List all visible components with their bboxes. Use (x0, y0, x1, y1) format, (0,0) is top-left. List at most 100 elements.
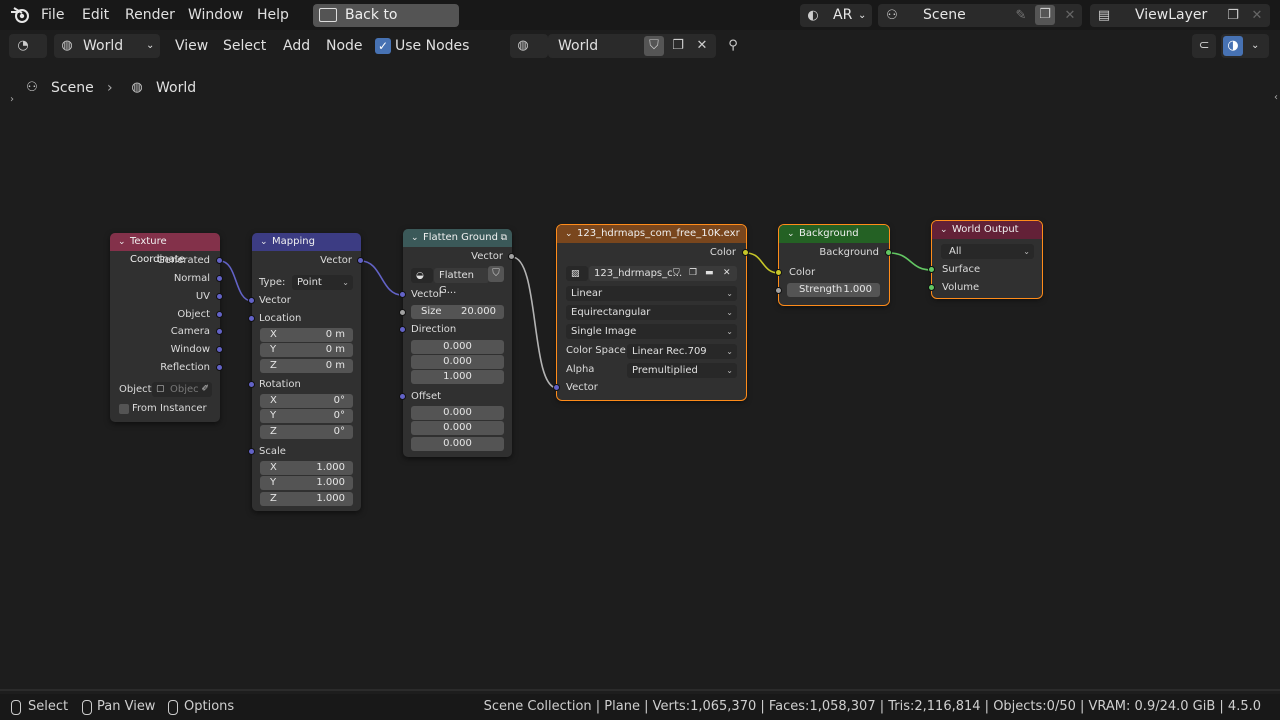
chevron-down-icon: ⌄ (726, 308, 733, 317)
type-dropdown[interactable]: Point ⌄ (292, 275, 353, 290)
field-value: 0 m (325, 329, 345, 340)
socket-size-in[interactable] (399, 309, 406, 316)
direction-z-field[interactable]: 1.000 (411, 370, 504, 384)
socket-flatten-vector-in[interactable] (399, 291, 406, 298)
scale-y-field[interactable]: Y 1.000 (260, 476, 353, 490)
strength-value: 1.000 (843, 284, 872, 295)
collapse-chevron-icon[interactable]: ⌄ (940, 221, 948, 239)
socket-object[interactable] (216, 311, 223, 318)
object-field[interactable]: ▢ Objec ✐ (152, 382, 212, 397)
socket-image-vector-in[interactable] (553, 384, 560, 391)
socket-direction-in[interactable] (399, 326, 406, 333)
socket-flatten-out[interactable] (508, 253, 515, 260)
field-value: 1.000 (316, 493, 345, 504)
duplicate-icon[interactable]: ❐ (689, 266, 697, 281)
axis-label: Z (270, 426, 277, 437)
location-z-field[interactable]: Z 0 m (260, 359, 353, 373)
from-instancer-checkbox[interactable] (119, 404, 129, 414)
background-node[interactable]: ⌄ Background Background Color Strength 1.… (778, 224, 890, 306)
source-dropdown[interactable]: Single Image ⌄ (566, 324, 737, 339)
offset-y-field[interactable]: 0.000 (411, 421, 504, 435)
socket-surface-in[interactable] (928, 266, 935, 273)
collapse-chevron-icon[interactable]: ⌄ (260, 233, 268, 251)
mapping-node[interactable]: ⌄ Mapping Vector Type: Point ⌄ Vector Lo… (252, 233, 361, 511)
flatten-ground-node[interactable]: ⌄ Flatten Ground ⧉ Vector ◒ Flatten G...… (403, 229, 512, 457)
direction-y-field[interactable]: 0.000 (411, 355, 504, 369)
field-value: 0.000 (443, 438, 472, 449)
socket-mapping-vector-in[interactable] (248, 297, 255, 304)
socket-volume-in[interactable] (928, 284, 935, 291)
socket-mapping-out[interactable] (357, 257, 364, 264)
eyedropper-icon[interactable]: ✐ (201, 382, 209, 397)
node-header[interactable]: ⌄ Background (779, 225, 889, 243)
open-folder-icon[interactable]: ▬ (705, 266, 714, 281)
size-field[interactable]: Size 20.000 (411, 305, 504, 319)
socket-uv[interactable] (216, 293, 223, 300)
node-header[interactable]: ⌄ World Output (932, 221, 1042, 239)
socket-camera[interactable] (216, 328, 223, 335)
collapse-chevron-icon[interactable]: ⌄ (411, 229, 419, 247)
fake-user-shield-icon[interactable]: ⛉ (488, 266, 504, 282)
output-reflection: Reflection (160, 362, 210, 373)
scale-x-field[interactable]: X 1.000 (260, 461, 353, 475)
fake-user-shield-icon[interactable]: ⛉ (673, 266, 680, 281)
projection-dropdown[interactable]: Equirectangular ⌄ (566, 305, 737, 320)
collapse-chevron-icon[interactable]: ⌄ (565, 225, 573, 243)
axis-label: Z (270, 493, 277, 504)
socket-reflection[interactable] (216, 364, 223, 371)
socket-normal[interactable] (216, 275, 223, 282)
texture-coordinate-node[interactable]: ⌄ Texture Coordinate Generated Normal UV… (110, 233, 220, 422)
target-dropdown[interactable]: All ⌄ (941, 244, 1034, 259)
node-title: World Output (952, 224, 1019, 235)
world-output-node[interactable]: ⌄ World Output All ⌄ Surface Volume (931, 220, 1043, 299)
group-name-field[interactable]: Flatten G... (434, 268, 489, 296)
direction-x-field[interactable]: 0.000 (411, 340, 504, 354)
strength-field[interactable]: Strength 1.000 (787, 283, 880, 297)
location-x-field[interactable]: X 0 m (260, 328, 353, 342)
image-icon: ▨ (571, 269, 580, 279)
alpha-label: Alpha (566, 364, 595, 375)
image-name: 123_hdrmaps_c... (594, 268, 683, 279)
strength-label: Strength (799, 284, 843, 295)
group-browse-button[interactable]: ◒ (411, 268, 433, 283)
rotation-x-field[interactable]: X 0° (260, 394, 353, 408)
socket-background-out[interactable] (885, 249, 892, 256)
socket-image-color-out[interactable] (742, 249, 749, 256)
socket-rotation-in[interactable] (248, 381, 255, 388)
node-header[interactable]: ⌄ 123_hdrmaps_com_free_10K.exr (557, 225, 746, 243)
location-label: Location (259, 313, 302, 324)
horizontal-scrollbar[interactable] (0, 689, 1280, 691)
node-header[interactable]: ⌄ Mapping (252, 233, 361, 251)
chevron-down-icon: ⌄ (342, 278, 349, 287)
offset-z-field[interactable]: 0.000 (411, 437, 504, 451)
alpha-dropdown[interactable]: Premultiplied ⌄ (627, 363, 737, 378)
node-group-icon[interactable]: ⧉ (501, 229, 507, 247)
collapse-chevron-icon[interactable]: ⌄ (787, 225, 795, 243)
node-header[interactable]: ⌄ Texture Coordinate (110, 233, 220, 265)
socket-background-color-in[interactable] (775, 269, 782, 276)
interpolation-dropdown[interactable]: Linear ⌄ (566, 286, 737, 301)
socket-generated[interactable] (216, 257, 223, 264)
image-datablock[interactable]: 123_hdrmaps_c... ⛉ ❐ ▬ ✕ (589, 266, 737, 281)
size-label: Size (421, 306, 442, 317)
collapse-chevron-icon[interactable]: ⌄ (118, 233, 126, 251)
socket-scale-in[interactable] (248, 448, 255, 455)
direction-label: Direction (411, 324, 457, 335)
rotation-z-field[interactable]: Z 0° (260, 425, 353, 439)
socket-window[interactable] (216, 346, 223, 353)
socket-strength-in[interactable] (775, 287, 782, 294)
image-browse-button[interactable]: ▨ (566, 266, 588, 281)
colorspace-dropdown[interactable]: Linear Rec.709 ⌄ (627, 344, 737, 359)
rotation-y-field[interactable]: Y 0° (260, 409, 353, 423)
socket-offset-in[interactable] (399, 393, 406, 400)
output-camera: Camera (170, 326, 210, 337)
unlink-close-icon[interactable]: ✕ (723, 266, 731, 281)
output-generated: Generated (156, 255, 210, 266)
mouse-right-icon (168, 700, 178, 715)
node-header[interactable]: ⌄ Flatten Ground ⧉ (403, 229, 512, 247)
offset-x-field[interactable]: 0.000 (411, 406, 504, 420)
image-texture-node[interactable]: ⌄ 123_hdrmaps_com_free_10K.exr Color ▨ 1… (556, 224, 747, 401)
location-y-field[interactable]: Y 0 m (260, 343, 353, 357)
socket-location-in[interactable] (248, 315, 255, 322)
scale-z-field[interactable]: Z 1.000 (260, 492, 353, 506)
